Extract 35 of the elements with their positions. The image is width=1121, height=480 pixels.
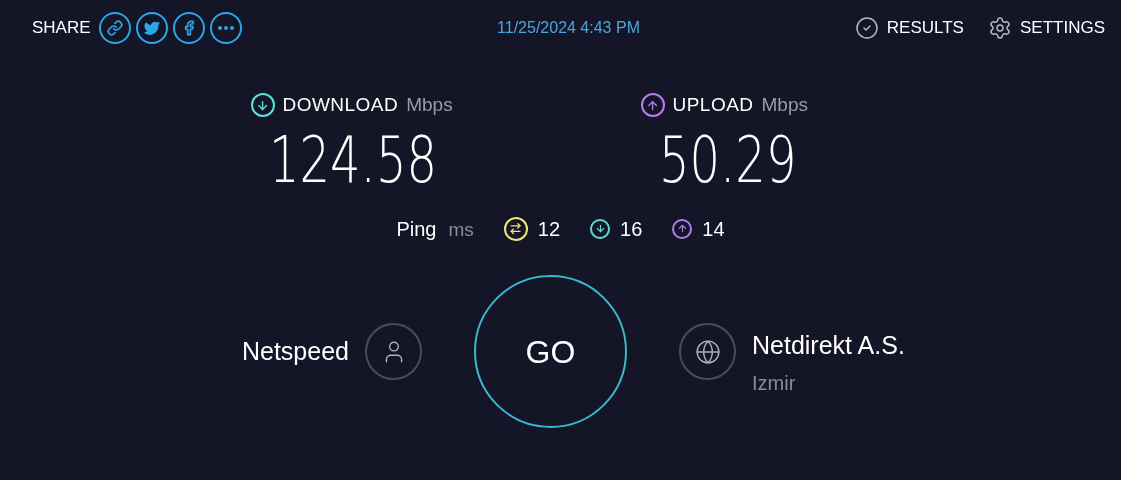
upload-icon <box>640 93 665 118</box>
ping-unit: ms <box>448 217 474 242</box>
settings-icon <box>987 15 1012 40</box>
metric-value: 50.29 <box>658 121 796 199</box>
ping-value: 12 <box>537 216 561 242</box>
server-name: Netdirekt A.S. <box>752 329 905 361</box>
more-icon <box>217 25 234 30</box>
link-icon <box>106 19 123 36</box>
download-icon <box>590 218 611 239</box>
globe-icon <box>679 323 736 380</box>
ping-value: 14 <box>702 216 725 242</box>
swap-icon <box>503 216 528 241</box>
metric-label: UPLOAD <box>672 93 754 117</box>
bird-button[interactable] <box>135 11 168 44</box>
settings-button[interactable]: SETTINGS <box>987 14 1105 41</box>
more-button[interactable] <box>209 11 242 44</box>
share-label: SHARE <box>32 16 91 39</box>
metric-unit: Mbps <box>761 93 808 117</box>
metric-unit: Mbps <box>406 93 453 117</box>
download-icon <box>250 93 275 118</box>
check-icon <box>854 15 879 40</box>
results-button[interactable]: RESULTS <box>854 14 964 41</box>
ping-label: Ping <box>396 216 437 242</box>
link-button[interactable] <box>98 11 131 44</box>
ping-value: 16 <box>620 216 643 242</box>
user-icon <box>365 323 422 380</box>
provider-name: Netspeed <box>241 335 349 367</box>
bird-icon <box>143 19 160 36</box>
facebook-button[interactable] <box>172 11 205 44</box>
timestamp: 11/25/2024 4:43 PM <box>497 17 640 38</box>
upload-icon <box>672 218 693 239</box>
go-button[interactable]: GO <box>474 275 627 428</box>
metric-value: 124.58 <box>268 121 437 199</box>
metric-label: DOWNLOAD <box>282 93 399 117</box>
server-location: Izmir <box>752 371 797 397</box>
